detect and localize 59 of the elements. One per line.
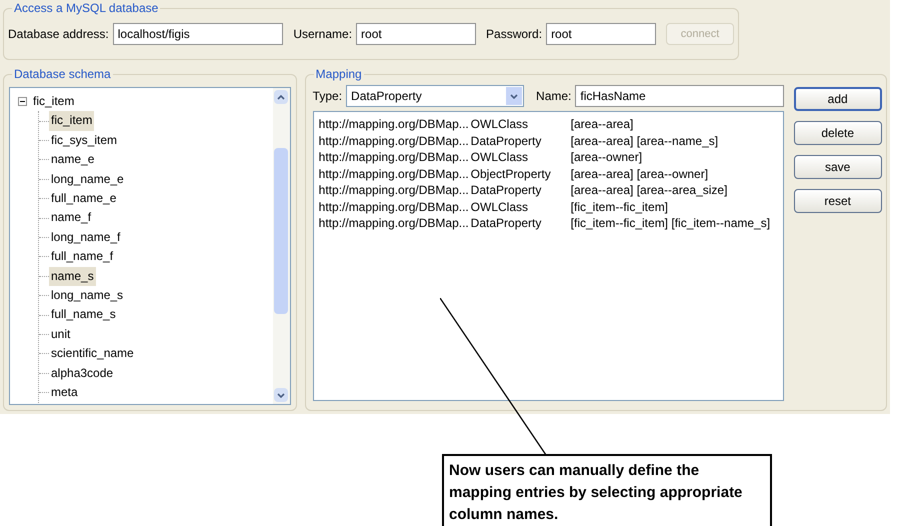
group-title: Access a MySQL database bbox=[12, 0, 160, 16]
mapping-kind: OWLClass bbox=[470, 198, 530, 215]
group-title: Mapping bbox=[314, 66, 364, 82]
action-button[interactable]: delete bbox=[794, 121, 882, 145]
action-button[interactable]: save bbox=[794, 155, 882, 179]
mapping-kind: DataProperty bbox=[470, 182, 542, 198]
scroll-up-icon[interactable] bbox=[274, 90, 288, 104]
type-dropdown[interactable]: DataProperty bbox=[346, 85, 524, 107]
mapping-columns: [area--area] [area--owner] bbox=[570, 166, 708, 182]
tree-item[interactable]: name_e bbox=[49, 150, 96, 170]
scrollbar[interactable] bbox=[272, 88, 290, 404]
mapping-columns: [area--area] bbox=[570, 116, 634, 132]
mapping-kind: DataProperty bbox=[470, 132, 542, 149]
tree-item[interactable]: long_name_e bbox=[49, 170, 126, 190]
mapping-uri: http://mapping.org/DBMap... bbox=[318, 149, 470, 166]
mapping-uri: http://mapping.org/DBMap... bbox=[318, 166, 470, 182]
action-button[interactable]: reset bbox=[794, 189, 882, 213]
tree-item[interactable]: full_name_e bbox=[49, 189, 118, 208]
mapping-uri: http://mapping.org/DBMap... bbox=[318, 215, 470, 232]
tree-item[interactable]: full_name_f bbox=[49, 247, 116, 267]
mapping-uri: http://mapping.org/DBMap... bbox=[318, 116, 470, 132]
field-label: Password: bbox=[486, 26, 542, 43]
name-field[interactable]: ficHasName bbox=[575, 85, 784, 107]
field-label: Name: bbox=[536, 88, 572, 105]
field-label: Username: bbox=[293, 26, 352, 43]
mapping-uri: http://mapping.org/DBMap... bbox=[318, 198, 470, 215]
action-button[interactable]: add bbox=[794, 87, 882, 111]
mapping-kind: OWLClass bbox=[470, 149, 530, 166]
password-field[interactable]: root bbox=[546, 23, 656, 45]
tree-item[interactable]: name_f bbox=[49, 208, 94, 228]
tree-item[interactable]: scientific_name bbox=[49, 344, 136, 364]
callout-text: Now users can manually define the mapping entries by selecting appropriate column names. bbox=[442, 454, 772, 526]
mapping-kind: OWLClass bbox=[470, 116, 530, 132]
scroll-thumb[interactable] bbox=[274, 148, 288, 314]
mapping-columns: [fic_item--fic_item] bbox=[570, 198, 668, 215]
mapping-uri: http://mapping.org/DBMap... bbox=[318, 182, 470, 198]
tree-item[interactable]: meta bbox=[49, 383, 80, 402]
field-label: Database address: bbox=[8, 26, 109, 43]
tree-item[interactable]: fic_sys_item bbox=[49, 130, 120, 150]
mapping-columns: [fic_item--fic_item] [fic_item--name_s] bbox=[570, 215, 770, 232]
tree-item[interactable]: full_name_s bbox=[49, 305, 118, 325]
tree-item[interactable]: alpha3code bbox=[49, 364, 116, 384]
tree-item[interactable]: long_name_s bbox=[49, 286, 126, 306]
field-label: Type: bbox=[312, 88, 342, 105]
username-field[interactable]: root bbox=[356, 23, 476, 45]
mapping-uri: http://mapping.org/DBMap... bbox=[318, 132, 470, 149]
mapping-columns: [area--owner] bbox=[570, 149, 642, 166]
tree-item[interactable]: fic_item bbox=[49, 111, 94, 131]
tree-item[interactable]: name_s bbox=[49, 266, 96, 286]
mapping-kind: ObjectProperty bbox=[470, 166, 552, 182]
tree-item[interactable]: long_name_f bbox=[49, 228, 122, 248]
collapse-icon[interactable] bbox=[18, 97, 27, 106]
tree-item[interactable]: fic_item bbox=[31, 92, 76, 112]
mapping-columns: [area--area] [area--name_s] bbox=[570, 132, 718, 149]
scroll-down-icon[interactable] bbox=[274, 388, 288, 402]
mapping-kind: DataProperty bbox=[470, 215, 542, 232]
mapping-columns: [area--area] [area--area_size] bbox=[570, 182, 728, 198]
address-field[interactable]: localhost/figis bbox=[112, 23, 284, 45]
tree-item[interactable]: unit bbox=[49, 324, 72, 344]
